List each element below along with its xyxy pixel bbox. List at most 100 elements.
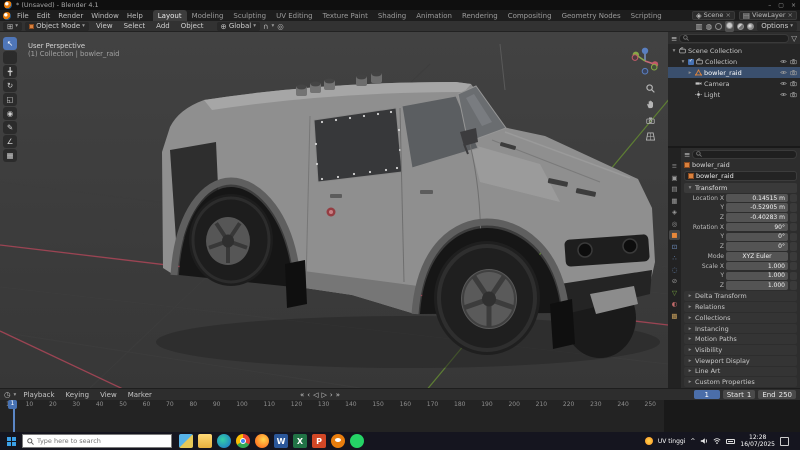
options-dropdown[interactable]: Options ▾ [757,22,797,31]
proportional-editing-icon[interactable]: ◎ [277,22,284,31]
menu-edit[interactable]: Edit [33,12,55,20]
jump-to-end-button[interactable]: » [336,391,340,399]
view-layer-tab[interactable]: ▦ [669,196,680,206]
whatsapp-icon[interactable] [350,434,364,448]
editor-type-button[interactable]: ⊞ ▾ [3,22,22,31]
outliner-row-collection[interactable]: ▾ ✓ Collection [668,56,800,67]
hide-eye-icon[interactable] [780,58,787,65]
scale-y-field[interactable]: 1.000 [726,272,788,281]
mode-dropdown[interactable]: Object Mode ▾ [25,22,89,31]
scale-z-field[interactable]: 1.000 [726,281,788,290]
instancing-section[interactable]: ▸Instancing [684,324,797,334]
current-frame-field[interactable]: 1 [694,390,720,399]
rotation-z-field[interactable]: 0° [726,242,788,251]
workspace-tab-rendering[interactable]: Rendering [457,10,503,21]
workspace-tab-uv-editing[interactable]: UV Editing [271,10,318,21]
menu-marker[interactable]: Marker [124,391,156,399]
scale-x-field[interactable]: 1.000 [726,262,788,271]
blender-taskbar-icon[interactable] [331,434,345,448]
pan-hand-icon[interactable] [646,100,655,109]
animate-dot[interactable] [790,252,797,261]
render-visibility-icon[interactable] [790,80,797,87]
move-tool[interactable]: ╋ [3,65,17,78]
animate-dot[interactable] [790,223,797,232]
object-name-field[interactable]: bowler_raid [684,171,797,181]
rotate-tool[interactable]: ↻ [3,79,17,92]
breadcrumb-object-name[interactable]: bowler_raid [692,161,730,169]
animate-dot[interactable] [790,203,797,212]
animate-dot[interactable] [790,272,797,281]
menu-window[interactable]: Window [87,12,123,20]
transform-tool[interactable]: ◉ [3,107,17,120]
blender-menu-icon[interactable] [3,12,11,20]
outliner-row-camera[interactable]: Camera [668,78,800,89]
workspace-tab-scripting[interactable]: Scripting [626,10,667,21]
shading-rendered-icon[interactable] [747,23,754,30]
shading-wireframe-icon[interactable] [715,23,722,30]
outliner-row-bowler-raid[interactable]: ▸ bowler_raid [668,67,800,78]
custom-properties-section[interactable]: ▸Custom Properties [684,377,797,387]
rotation-mode-dropdown[interactable]: XYZ Euler [726,252,788,261]
hide-eye-icon[interactable] [780,69,787,76]
close-button[interactable]: × [791,2,796,9]
delta-transform-section[interactable]: ▸Delta Transform [684,291,797,301]
relations-section[interactable]: ▸Relations [684,302,797,312]
navigation-gizmo[interactable] [630,46,660,76]
collections-section[interactable]: ▸Collections [684,313,797,323]
menu-view-timeline[interactable]: View [96,391,121,399]
workspace-tab-compositing[interactable]: Compositing [503,10,557,21]
transform-section-header[interactable]: ▾ Transform [684,183,797,193]
collection-checkbox[interactable]: ✓ [688,59,694,65]
search-input[interactable] [37,437,167,445]
workspace-tab-shading[interactable]: Shading [373,10,411,21]
render-tab[interactable]: ▣ [669,173,680,183]
start-button[interactable] [0,432,22,450]
hide-eye-icon[interactable] [780,80,787,87]
xray-toggle-icon[interactable]: ▥ [696,22,703,31]
next-keyframe-button[interactable]: › [330,391,333,399]
particles-tab[interactable]: ∴ [669,253,680,263]
material-tab[interactable]: ◐ [669,299,680,309]
shading-solid-active[interactable] [725,21,734,32]
camera-view-icon[interactable] [646,116,655,125]
overlays-toggle-icon[interactable]: ◍ [706,22,713,31]
viewlayer-selector[interactable]: ▤ ViewLayer × [739,11,797,20]
menu-playback[interactable]: Playback [19,391,58,399]
world-tab[interactable]: ◎ [669,219,680,229]
taskbar-search[interactable] [22,434,172,448]
expand-icon[interactable]: ▾ [671,48,677,54]
object-tab[interactable]: ■ [669,230,680,240]
menu-render[interactable]: Render [54,12,87,20]
add-cube-tool[interactable]: ▦ [3,149,17,162]
line-art-section[interactable]: ▸Line Art [684,367,797,377]
output-tab[interactable]: ▤ [669,184,680,194]
outliner-filter-icon[interactable]: ▽ [791,34,797,43]
rotation-y-field[interactable]: 0° [726,233,788,242]
physics-tab[interactable]: ◌ [669,265,680,275]
transform-orientation-dropdown[interactable]: ⊕ Global ▾ [217,22,260,31]
file-explorer-icon[interactable] [198,434,212,448]
viewport-display-section[interactable]: ▸Viewport Display [684,356,797,366]
render-visibility-icon[interactable] [790,69,797,76]
widgets-icon[interactable] [179,434,193,448]
jump-to-start-button[interactable]: « [300,391,304,399]
menu-select[interactable]: Select [120,22,150,30]
menu-view[interactable]: View [92,22,117,30]
tray-chevron-icon[interactable]: ^ [690,438,695,445]
timeline[interactable]: 1102030405060708090100110120130140150160… [0,400,800,432]
taskbar-clock[interactable]: 12:28 16/07/2025 [740,434,775,449]
scene-selector[interactable]: ◈ Scene × [692,11,735,20]
expand-icon[interactable]: ▸ [687,70,693,76]
workspace-tab-texture-paint[interactable]: Texture Paint [318,10,373,21]
volume-icon[interactable] [700,437,708,445]
viewlayer-unlink-icon[interactable]: × [788,11,793,19]
firefox-icon[interactable] [255,434,269,448]
play-reverse-button[interactable]: ◁ [313,391,318,399]
play-button[interactable]: ▷ [322,391,327,399]
perspective-toggle-icon[interactable] [646,132,655,141]
animate-dot[interactable] [790,233,797,242]
weather-widget-label[interactable]: UV tinggi [658,438,686,445]
object-data-tab[interactable]: ▽ [669,288,680,298]
menu-file[interactable]: File [13,12,33,20]
constraints-tab[interactable]: ⊘ [669,276,680,286]
